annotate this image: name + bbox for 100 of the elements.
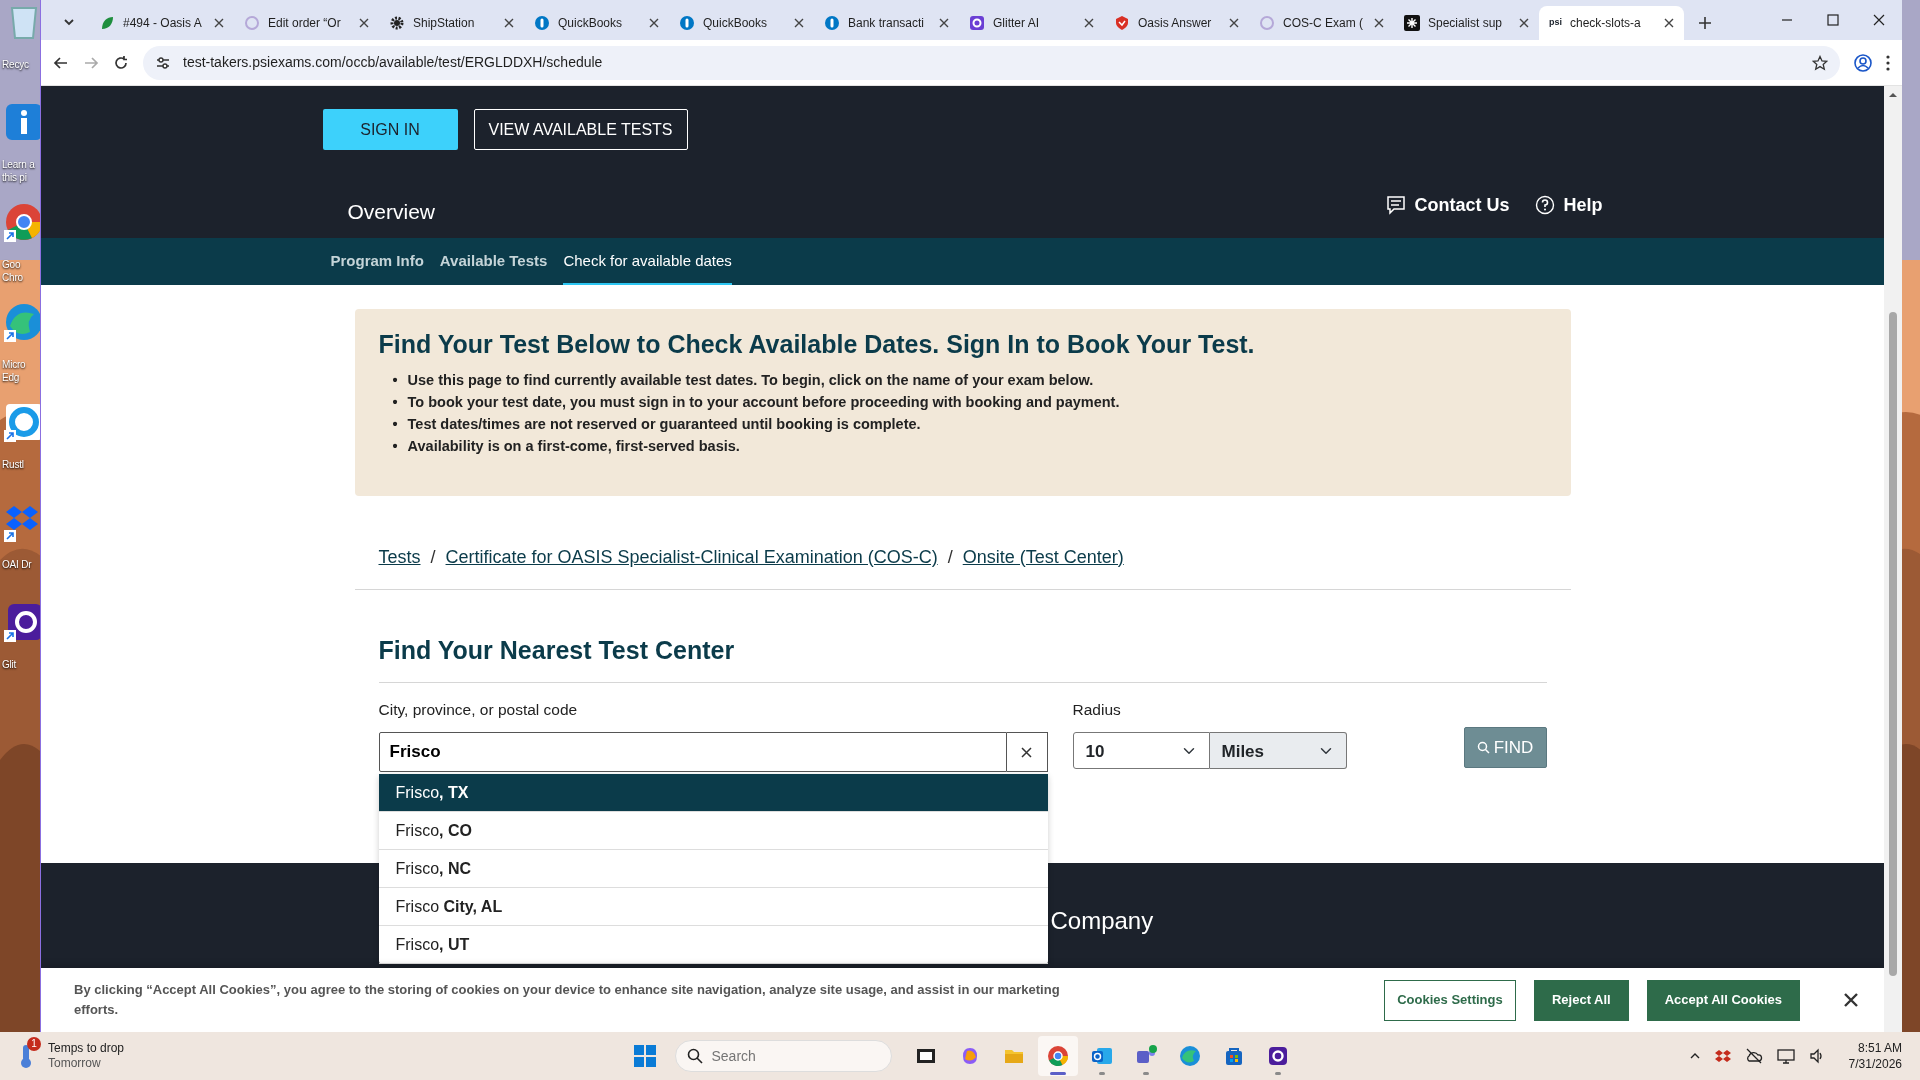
browser-tab[interactable]: Bank transacti bbox=[814, 6, 959, 40]
swirl-icon bbox=[1178, 1045, 1201, 1067]
browser-tab[interactable]: QuickBooks bbox=[524, 6, 669, 40]
notice-item: Test dates/times are not reserved or guaranteed until booking is complete. bbox=[407, 415, 921, 434]
search-icon bbox=[1476, 741, 1490, 754]
breadcrumb-separator: / bbox=[430, 545, 436, 569]
suggestion-item[interactable]: Frisco, CO bbox=[395, 818, 472, 843]
desktop-icon-label[interactable]: OAI Dr bbox=[2, 558, 32, 571]
close-icon[interactable] bbox=[1374, 18, 1384, 28]
caret-icon[interactable] bbox=[1888, 90, 1898, 100]
speaker-icon[interactable] bbox=[1808, 1048, 1825, 1064]
clock-time[interactable]: 8:51 AM bbox=[1848, 1040, 1902, 1056]
accept-button[interactable]: Accept All Cookies bbox=[1646, 979, 1800, 1021]
box-icon[interactable] bbox=[1714, 1048, 1731, 1064]
browser-tab[interactable]: COS-C Exam ( bbox=[1249, 6, 1394, 40]
tune-icon[interactable] bbox=[155, 54, 171, 71]
mail-icon bbox=[1090, 1045, 1113, 1067]
swirl-icon bbox=[1259, 15, 1275, 31]
find-button[interactable]: FIND bbox=[1463, 727, 1547, 768]
close-icon[interactable] bbox=[504, 18, 514, 28]
chrome-icon bbox=[1046, 1045, 1069, 1067]
close-icon[interactable] bbox=[794, 18, 804, 28]
star-icon[interactable] bbox=[1812, 54, 1828, 71]
bar-circle-icon bbox=[534, 15, 550, 31]
scrollbar[interactable] bbox=[1884, 86, 1902, 1032]
breadcrumb-link[interactable]: Onsite (Test Center) bbox=[962, 543, 1124, 571]
browser-tab[interactable]: psi check-slots-a bbox=[1539, 6, 1684, 40]
bar-circle-icon bbox=[824, 15, 840, 31]
profile-icon[interactable] bbox=[1854, 53, 1872, 72]
notification-badge: 1 bbox=[27, 1037, 41, 1051]
browser-tab[interactable]: Oasis Answer bbox=[1104, 6, 1249, 40]
suggestion-item[interactable]: Frisco, UT bbox=[395, 932, 470, 957]
leaf-icon bbox=[99, 15, 115, 31]
close-icon[interactable] bbox=[1872, 13, 1886, 27]
reject-button[interactable]: Reject All bbox=[1533, 979, 1629, 1021]
close-icon[interactable] bbox=[359, 18, 369, 28]
notice-item: To book your test date, you must sign in to your account before proceeding with booking and payment. bbox=[407, 393, 1120, 412]
close-icon[interactable] bbox=[214, 18, 224, 28]
maximize-icon[interactable] bbox=[1826, 13, 1840, 27]
asterisk-icon bbox=[1404, 15, 1420, 31]
monitor-icon[interactable] bbox=[1776, 1048, 1795, 1064]
address-bar[interactable]: test-takers.psiexams.com/occb/available/test/ERGLDDXH/schedule bbox=[143, 45, 1840, 80]
chat-icon bbox=[1386, 195, 1407, 215]
suggestion-item[interactable]: Frisco City, AL bbox=[395, 894, 503, 919]
bullet-mark: • bbox=[392, 415, 398, 434]
clock-date[interactable]: 7/31/2026 bbox=[1848, 1056, 1902, 1072]
sign-in-button[interactable]: SIGN IN bbox=[322, 109, 458, 150]
page-title: Overview bbox=[346, 199, 436, 225]
desktop-icon-label[interactable]: Rustl bbox=[2, 458, 24, 471]
close-icon[interactable] bbox=[1664, 18, 1674, 28]
browser-tab[interactable]: Edit order “Or bbox=[234, 6, 379, 40]
suggestion-item[interactable]: Frisco, NC bbox=[395, 856, 472, 881]
cookie-settings-button[interactable]: Cookies Settings bbox=[1383, 979, 1516, 1021]
ring-icon bbox=[969, 15, 985, 31]
unit-select[interactable]: Miles bbox=[1209, 732, 1347, 769]
site-logo: psi bbox=[1549, 16, 1562, 30]
view-tests-button[interactable]: VIEW AVAILABLE TESTS bbox=[473, 109, 688, 150]
help-link[interactable]: Help bbox=[1535, 191, 1603, 219]
ring-icon bbox=[1266, 1045, 1289, 1067]
cookie-text: By clicking “Accept All Cookies”, you agree to the storing of cookies on your device to enhance site navigation, analyze site usage, and assist in our marketing efforts. bbox=[74, 981, 1061, 1019]
shield-icon bbox=[1114, 15, 1130, 31]
close-icon bbox=[1844, 993, 1858, 1007]
bullet-mark: • bbox=[392, 437, 398, 456]
browser-tab[interactable]: Glitter AI bbox=[959, 6, 1104, 40]
radius-select[interactable]: 10 bbox=[1072, 732, 1210, 769]
thermometer-icon[interactable] bbox=[20, 1043, 32, 1069]
desktop-icon-label[interactable]: Glit bbox=[2, 658, 17, 671]
breadcrumb-link[interactable]: Tests bbox=[378, 543, 421, 571]
bullet-mark: • bbox=[392, 371, 398, 390]
nav-tab[interactable]: Program Info bbox=[330, 238, 424, 285]
browser-tab[interactable]: #494 - Oasis A bbox=[89, 6, 234, 40]
back-icon[interactable] bbox=[53, 54, 69, 71]
close-icon[interactable] bbox=[649, 18, 659, 28]
suggestion-item[interactable]: Frisco, TX bbox=[395, 780, 469, 805]
windows-icon bbox=[633, 1045, 656, 1067]
nav-tab[interactable]: Available Tests bbox=[439, 238, 548, 285]
bullet-mark: • bbox=[392, 393, 398, 412]
notice-item: Availability is on a first-come, first-served basis. bbox=[407, 437, 740, 456]
browser-tab[interactable]: ShipStation bbox=[379, 6, 524, 40]
browser-tab[interactable]: Specialist sup bbox=[1394, 6, 1539, 40]
nav-tab[interactable]: Check for available dates bbox=[563, 238, 732, 285]
close-icon[interactable] bbox=[1519, 18, 1529, 28]
breadcrumb-link[interactable]: Certificate for OASIS Specialist-Clinical Examination (COS-C) bbox=[445, 543, 938, 571]
close-icon[interactable] bbox=[1084, 18, 1094, 28]
gear-icon bbox=[389, 15, 405, 31]
notice-title: Find Your Test Below to Check Available Dates. Sign In to Book Your Test. bbox=[378, 329, 1256, 359]
close-icon[interactable] bbox=[939, 18, 949, 28]
plus-icon[interactable] bbox=[1698, 16, 1712, 30]
search-field[interactable]: Search bbox=[674, 1040, 892, 1072]
cloud-icon[interactable] bbox=[1744, 1048, 1763, 1064]
section-title: Find Your Nearest Test Center bbox=[378, 635, 736, 666]
reload-icon[interactable] bbox=[113, 54, 129, 71]
field-label: City, province, or postal code bbox=[378, 700, 579, 720]
clear-button[interactable] bbox=[1006, 732, 1048, 772]
browser-tab[interactable]: QuickBooks bbox=[669, 6, 814, 40]
close-icon[interactable] bbox=[1229, 18, 1239, 28]
contact-link[interactable]: Contact Us bbox=[1386, 191, 1510, 219]
weather-text[interactable]: Temps to drop bbox=[48, 1041, 125, 1056]
location-field[interactable]: Frisco bbox=[378, 732, 1007, 772]
menu-icon[interactable] bbox=[1886, 54, 1890, 71]
